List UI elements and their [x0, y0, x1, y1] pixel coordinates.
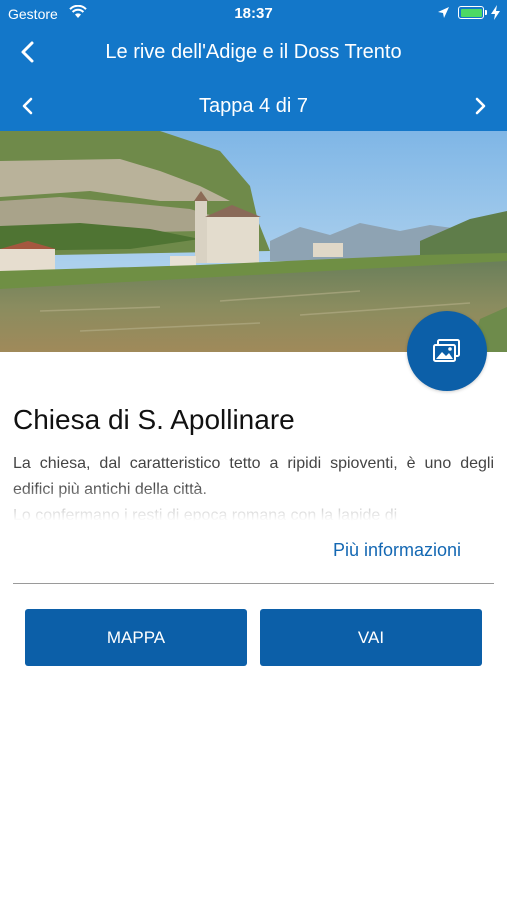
charging-bolt-icon — [491, 5, 500, 20]
location-arrow-icon — [438, 7, 449, 18]
more-info-link[interactable]: Più informazioni — [333, 540, 461, 561]
map-button[interactable]: MAPPA — [25, 609, 247, 666]
description-text: La chiesa, dal caratteristico tetto a ri… — [13, 455, 494, 498]
go-button[interactable]: VAI — [260, 609, 482, 666]
status-time: 18:37 — [234, 5, 273, 22]
stage-navigator: Tappa 4 di 7 — [0, 84, 507, 128]
divider — [13, 583, 494, 584]
app-header: Gestore 18:37 Le rive dell'Adige e il Do… — [0, 0, 507, 131]
stage-label: Tappa 4 di 7 — [199, 95, 308, 117]
chevron-right-icon — [475, 97, 486, 115]
status-bar: Gestore 18:37 — [0, 0, 507, 28]
image-gallery-icon — [433, 339, 460, 362]
battery-cap — [485, 10, 487, 15]
poi-title: Chiesa di S. Apollinare — [13, 404, 295, 435]
next-stage-button[interactable] — [466, 92, 494, 120]
description-faded-text: Lo confermano i resti di epoca romana co… — [13, 507, 398, 521]
battery-icon — [458, 6, 484, 19]
gallery-button[interactable] — [407, 311, 487, 391]
page-title: Le rive dell'Adige e il Doss Trento — [105, 41, 402, 63]
poi-description: La chiesa, dal caratteristico tetto a ri… — [13, 451, 494, 521]
navigation-bar: Le rive dell'Adige e il Doss Trento — [0, 30, 507, 74]
